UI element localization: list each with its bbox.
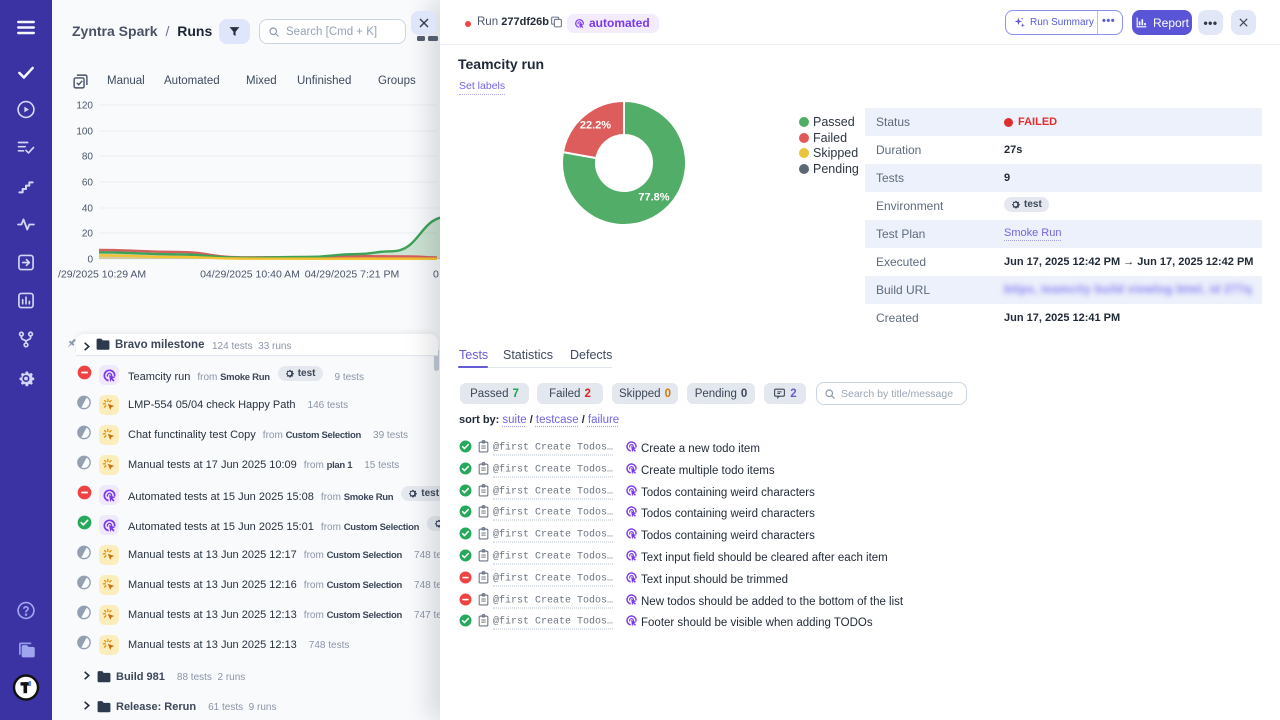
svg-text:04/29/2025 7:21 PM: 04/29/2025 7:21 PM xyxy=(305,269,400,281)
svg-text:40: 40 xyxy=(82,204,94,215)
svg-text:60: 60 xyxy=(82,178,94,189)
svg-text:77.8%: 77.8% xyxy=(638,192,669,204)
svg-text:120: 120 xyxy=(76,101,93,112)
svg-text:20: 20 xyxy=(82,229,94,240)
svg-text:/29/2025 10:29 AM: /29/2025 10:29 AM xyxy=(58,269,146,281)
svg-text:04/29/2025 10:40 AM: 04/29/2025 10:40 AM xyxy=(200,269,300,281)
svg-text:0: 0 xyxy=(433,269,439,281)
svg-text:0: 0 xyxy=(87,255,93,266)
svg-text:22.2%: 22.2% xyxy=(580,120,611,132)
svg-text:100: 100 xyxy=(76,127,93,138)
svg-text:80: 80 xyxy=(82,152,94,163)
